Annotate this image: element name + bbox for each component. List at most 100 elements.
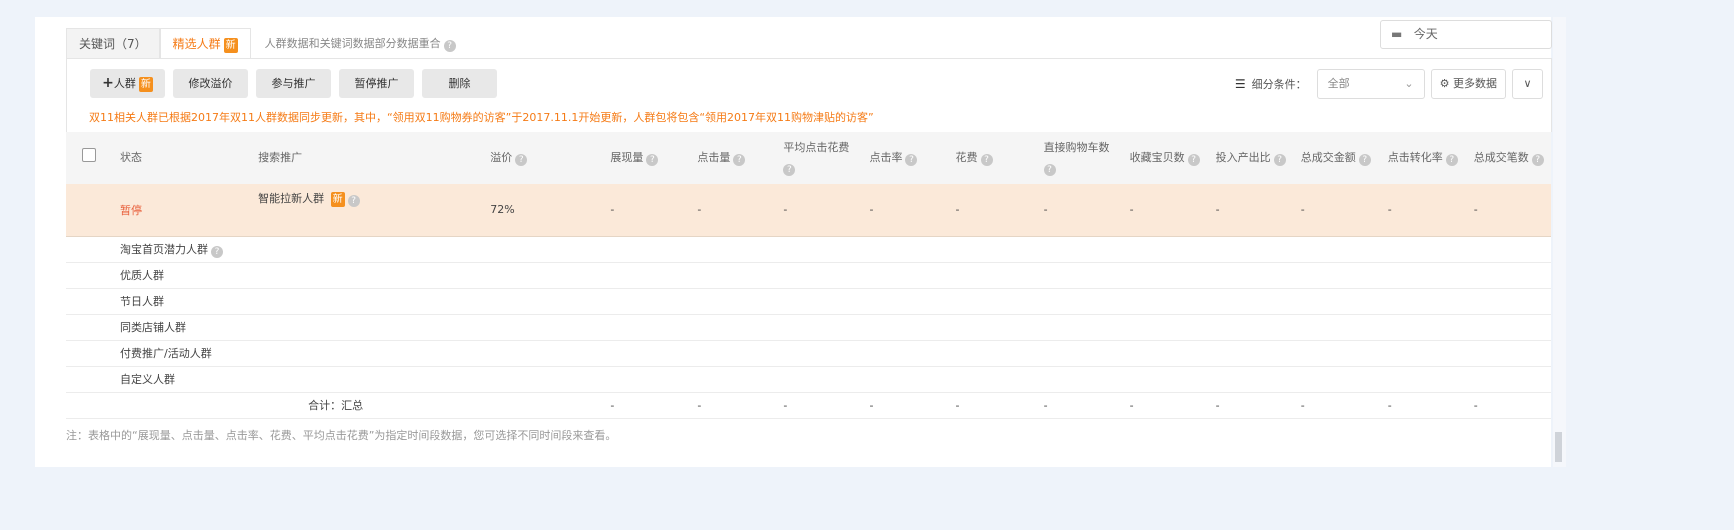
premium-cell: 72%	[482, 184, 603, 237]
tab-selected-crowds[interactable]: 精选人群新	[159, 28, 251, 59]
total-row: 合计：汇总 - - - - - - - - - - -	[66, 392, 1551, 419]
group-name-cell: 节日人群	[112, 288, 1551, 315]
pause-promotion-button[interactable]: 暂停推广	[339, 69, 414, 98]
edit-premium-button[interactable]: 修改溢价	[173, 69, 248, 98]
help-icon[interactable]: ?	[733, 154, 746, 166]
join-promotion-button[interactable]: 参与推广	[256, 69, 331, 98]
table-row[interactable]: 暂停 智能拉新人群 新? 72% -----------	[66, 184, 1551, 237]
date-picker[interactable]: ▬ 今天	[1380, 20, 1552, 49]
group-row[interactable]: 优质人群	[66, 262, 1551, 289]
more-data-button[interactable]: ⚙ 更多数据	[1430, 69, 1506, 99]
group-row[interactable]: 淘宝首页潜力人群?	[66, 236, 1551, 263]
metric-cell: -	[1465, 184, 1551, 237]
more-data-label: 更多数据	[1453, 77, 1497, 90]
total-value: -	[689, 392, 776, 419]
total-value: -	[1035, 392, 1122, 419]
metric-cell: -	[602, 184, 690, 237]
scrollbar-track[interactable]	[1553, 17, 1566, 467]
group-name-cell: 优质人群	[112, 262, 1551, 289]
group-name: 自定义人群	[120, 373, 176, 386]
toolbar-area: +人群新 修改溢价 参与推广 暂停推广 删除 ☰ 细分条件： 全部 ⌄ ⚙ 更多数…	[66, 58, 1552, 132]
col-ctr: 点击率?	[861, 132, 948, 184]
metric-cell: -	[775, 184, 862, 237]
header-checkbox-cell	[66, 132, 113, 184]
metric-cell: -	[1207, 184, 1293, 237]
group-name: 节日人群	[120, 295, 165, 308]
group-name: 付费推广/活动人群	[120, 347, 212, 360]
delete-button[interactable]: 删除	[422, 69, 497, 98]
col-premium: 溢价?	[482, 132, 603, 184]
help-icon[interactable]: ?	[1273, 154, 1286, 166]
select-all-checkbox[interactable]	[82, 147, 96, 162]
help-icon[interactable]: ?	[980, 154, 993, 166]
col-search: 搜索推广	[250, 132, 483, 184]
expand-button[interactable]: ∨	[1512, 69, 1543, 99]
add-crowd-button[interactable]: +人群新	[90, 69, 165, 98]
metric-cell: -	[1292, 184, 1380, 237]
help-icon[interactable]: ?	[783, 164, 796, 176]
col-cost: 花费?	[947, 132, 1036, 184]
metric-cell: -	[1121, 184, 1208, 237]
total-value: -	[1379, 392, 1466, 419]
action-buttons: +人群新 修改溢价 参与推广 暂停推广 删除	[90, 69, 497, 98]
group-row[interactable]: 付费推广/活动人群	[66, 340, 1551, 367]
help-icon[interactable]: ?	[211, 245, 224, 258]
add-crowd-label: 人群	[113, 77, 136, 90]
filter-label: 细分条件：	[1251, 78, 1307, 91]
total-value: -	[1121, 392, 1208, 419]
group-name-cell: 付费推广/活动人群	[112, 340, 1551, 367]
chevron-down-icon: ∨	[1523, 77, 1532, 90]
scrollbar-thumb[interactable]	[1555, 432, 1562, 462]
group-name-cell: 淘宝首页潜力人群?	[112, 236, 1551, 263]
help-icon[interactable]: ?	[646, 154, 659, 166]
col-cart: 直接购物车数?	[1035, 132, 1122, 184]
group-name-cell: 同类店铺人群	[112, 314, 1551, 341]
footnote: 注：表格中的“展现量、点击量、点击率、花费、平均点击花费”为指定时间段数据，您可…	[66, 429, 617, 442]
help-icon[interactable]: ?	[905, 154, 918, 166]
help-icon[interactable]: ?	[1531, 154, 1544, 166]
chevron-down-icon: ⌄	[1404, 77, 1414, 90]
tab-label: 精选人群	[172, 37, 221, 51]
name-cell: 智能拉新人群 新?	[250, 184, 483, 237]
help-icon[interactable]: ?	[1043, 164, 1056, 176]
help-icon[interactable]: ?	[347, 195, 360, 207]
col-status: 状态	[112, 132, 251, 184]
crowd-table: 状态 搜索推广 溢价? 展现量? 点击量? 平均点击花费? 点击率? 花费? 直…	[66, 132, 1551, 419]
total-value: -	[775, 392, 862, 419]
total-label: 合计：汇总	[250, 392, 483, 419]
total-value: -	[861, 392, 948, 419]
col-orders: 总成交笔数?	[1465, 132, 1551, 184]
list-icon: ☰	[1234, 77, 1246, 91]
help-icon[interactable]: ?	[1445, 154, 1458, 166]
plus-icon: +	[102, 75, 114, 91]
new-badge: 新	[223, 38, 238, 53]
group-row[interactable]: 同类店铺人群	[66, 314, 1551, 341]
group-name: 淘宝首页潜力人群	[120, 242, 209, 256]
group-name-cell: 自定义人群	[112, 366, 1551, 393]
group-row[interactable]: 自定义人群	[66, 366, 1551, 393]
total-value: -	[1207, 392, 1293, 419]
group-row[interactable]: 节日人群	[66, 288, 1551, 315]
calendar-icon: ▬	[1391, 27, 1403, 41]
col-gmv: 总成交金额?	[1292, 132, 1380, 184]
tab-keywords[interactable]: 关键词（7）	[66, 28, 160, 59]
tab-bar: 关键词（7） 精选人群新 人群数据和关键词数据部分数据重合?	[66, 28, 456, 59]
filter-select[interactable]: 全部 ⌄	[1316, 69, 1425, 99]
col-favorites: 收藏宝贝数?	[1121, 132, 1208, 184]
new-badge: 新	[330, 192, 345, 207]
date-value: 今天	[1413, 27, 1438, 41]
metric-cell: -	[689, 184, 776, 237]
warning-text: 双11相关人群已根据2017年双11人群数据同步更新，其中，“领用双11购物券的…	[89, 111, 874, 124]
table-header: 状态 搜索推广 溢价? 展现量? 点击量? 平均点击花费? 点击率? 花费? 直…	[66, 132, 1551, 184]
status-cell: 暂停	[112, 184, 251, 237]
help-icon[interactable]: ?	[443, 40, 456, 52]
total-value: -	[1292, 392, 1380, 419]
filter-bar: ☰ 细分条件： 全部 ⌄ ⚙ 更多数据 ∨	[1235, 69, 1543, 99]
col-roi: 投入产出比?	[1207, 132, 1293, 184]
filter-selected: 全部	[1327, 77, 1350, 90]
help-icon[interactable]: ?	[1187, 154, 1200, 166]
total-value: -	[602, 392, 690, 419]
help-icon[interactable]: ?	[1358, 154, 1371, 166]
help-icon[interactable]: ?	[515, 154, 528, 166]
total-value: -	[947, 392, 1036, 419]
